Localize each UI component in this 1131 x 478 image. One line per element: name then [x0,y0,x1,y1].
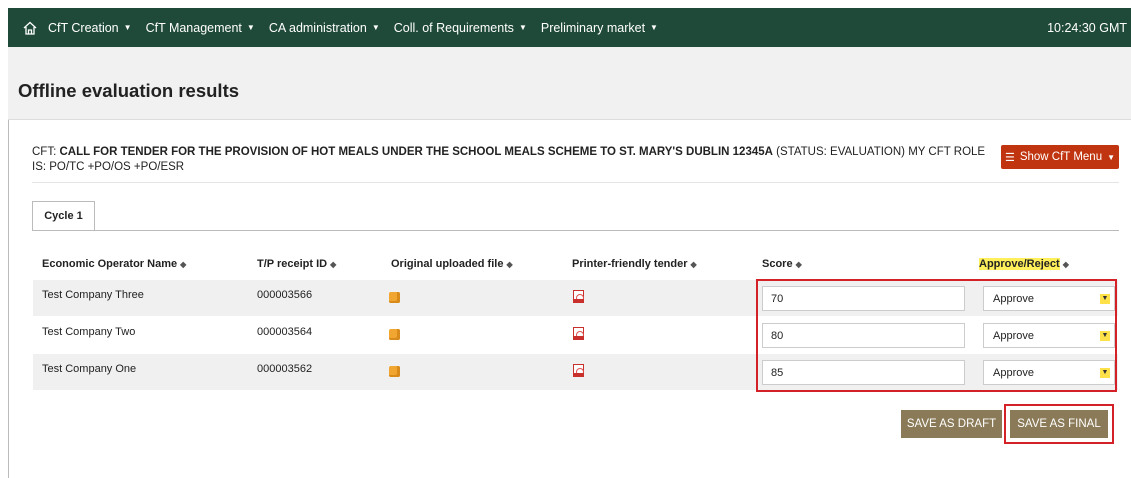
chevron-down-icon: ▼ [1100,331,1110,341]
receipt-id: 000003566 [257,289,313,301]
table-row: Test Company One 000003562 Approve ▼ [33,354,1118,390]
pdf-icon[interactable] [573,290,584,303]
show-cft-menu-button[interactable]: ☰ Show CfT Menu ▼ [1001,145,1119,169]
cft-description: CfT: CALL FOR TENDER FOR THE PROVISION O… [32,145,987,175]
save-as-draft-button[interactable]: SAVE AS DRAFT [901,410,1002,438]
tab-cycle-1[interactable]: Cycle 1 [32,201,95,231]
show-cft-menu-label: Show CfT Menu [1019,151,1103,163]
receipt-id: 000003564 [257,326,313,338]
chevron-down-icon: ▼ [1100,294,1110,304]
save-as-final-button[interactable]: SAVE AS FINAL [1010,410,1108,438]
nav-label: CfT Management [145,20,242,35]
sort-icon: ◆ [1062,260,1069,269]
header-approve-reject[interactable]: Approve/Reject ◆ [979,258,1069,270]
caret-down-icon: ▼ [371,23,380,32]
header-score[interactable]: Score ◆ [762,258,802,270]
package-icon[interactable] [389,292,400,303]
nav-label: CfT Creation [48,20,119,35]
header-label: Original uploaded file [391,258,504,270]
home-icon[interactable] [20,18,40,38]
pdf-icon[interactable] [573,327,584,340]
header-printer-friendly[interactable]: Printer-friendly tender ◆ [572,258,697,270]
score-input[interactable] [762,323,965,348]
header-label: Economic Operator Name [42,258,178,270]
sort-icon: ◆ [506,260,513,269]
pdf-icon[interactable] [573,364,584,377]
nav-label: CA administration [268,20,367,35]
nav-preliminary-market[interactable]: Preliminary market ▼ [541,21,658,35]
receipt-id: 000003562 [257,363,313,375]
approve-reject-select[interactable]: Approve ▼ [983,323,1115,348]
header-label: Approve/Reject [979,258,1060,270]
caret-down-icon: ▼ [123,23,132,32]
caret-down-icon: ▼ [650,23,658,32]
sort-icon: ◆ [690,260,697,269]
select-value: Approve [993,329,1034,342]
sort-icon: ◆ [180,260,187,269]
menu-icon: ☰ [1004,151,1015,164]
nav-cft-creation[interactable]: CfT Creation ▼ [48,21,132,35]
select-value: Approve [993,366,1034,379]
approve-reject-select[interactable]: Approve ▼ [983,286,1115,311]
operator-name: Test Company Three [42,289,144,301]
sort-icon: ◆ [330,260,337,269]
caret-down-icon: ▼ [246,23,255,32]
header-economic-operator[interactable]: Economic Operator Name ◆ [42,258,186,270]
package-icon[interactable] [389,366,400,377]
table-row: Test Company Three 000003566 Approve ▼ [33,280,1118,316]
nav-label: Coll. of Requirements [393,20,514,35]
page-title: Offline evaluation results [18,80,240,101]
table-row: Test Company Two 000003564 Approve ▼ [33,317,1118,353]
approve-reject-select[interactable]: Approve ▼ [983,360,1115,385]
nav-ca-administration[interactable]: CA administration ▼ [269,21,380,35]
chevron-down-icon: ▼ [1100,368,1110,378]
header-label: Score [762,258,793,270]
caret-down-icon: ▼ [1107,152,1116,162]
score-input[interactable] [762,286,965,311]
page-header: Offline evaluation results [8,47,1131,120]
nav-cft-management[interactable]: CfT Management ▼ [146,21,255,35]
sort-icon: ◆ [795,260,802,269]
top-nav-bar: CfT Creation ▼ CfT Management ▼ CA adminis… [8,8,1131,47]
package-icon[interactable] [389,329,400,340]
caret-down-icon: ▼ [518,23,527,32]
clock: 10:24:30 GMT [1047,20,1127,35]
tab-underline [32,230,1119,231]
header-original-file[interactable]: Original uploaded file ◆ [391,258,513,270]
header-receipt-id[interactable]: T/P receipt ID ◆ [257,258,336,270]
nav-coll-of-requirements[interactable]: Coll. of Requirements ▼ [394,21,527,35]
divider [32,182,1119,183]
score-input[interactable] [762,360,965,385]
cft-name: CALL FOR TENDER FOR THE PROVISION OF HOT… [59,146,773,158]
header-label: Printer-friendly tender [572,258,688,270]
operator-name: Test Company Two [42,326,136,338]
header-label: T/P receipt ID [257,258,328,270]
operator-name: Test Company One [42,363,137,375]
select-value: Approve [993,292,1034,305]
nav-label: Preliminary market [540,20,646,35]
cft-prefix: CfT: [32,146,60,158]
